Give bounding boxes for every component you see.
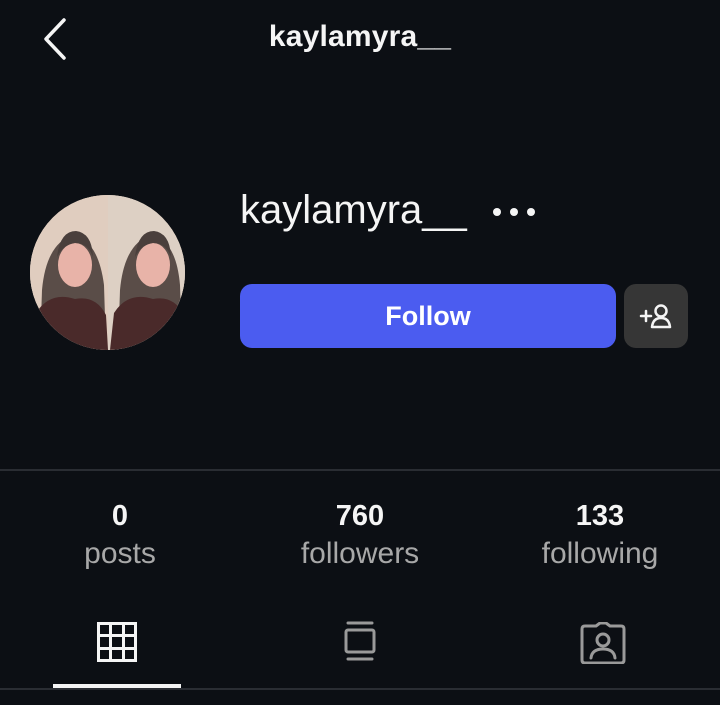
tabs-bottom-border [0,688,720,690]
tab-grid[interactable] [0,612,240,686]
more-horizontal-icon [493,208,535,216]
tab-tagged[interactable] [480,612,720,686]
stat-following-value: 133 [575,500,625,532]
grid-icon [97,622,137,662]
more-options-button[interactable] [490,202,538,222]
feed-icon [344,621,376,661]
add-user-icon [639,304,672,329]
stat-followers-value: 760 [335,500,385,532]
stat-followers-label: followers [300,537,420,570]
avatar[interactable] [30,195,185,350]
stat-posts[interactable]: 0 posts [0,500,240,576]
stat-following-label: following [541,537,659,570]
avatar-photo [30,195,185,350]
top-bar: kaylamyra__ [0,0,720,80]
profile-username: kaylamyra__ [240,188,467,232]
section-divider [0,469,720,471]
stat-posts-value: 0 [111,500,129,532]
add-friend-button[interactable] [624,284,688,348]
stat-posts-label: posts [84,537,156,570]
follow-button[interactable]: Follow [240,284,616,348]
stat-followers[interactable]: 760 followers [240,500,480,576]
stat-following[interactable]: 133 following [480,500,720,576]
tagged-user-icon [580,622,626,664]
page-title: kaylamyra__ [268,20,452,53]
tab-feed[interactable] [240,612,480,686]
